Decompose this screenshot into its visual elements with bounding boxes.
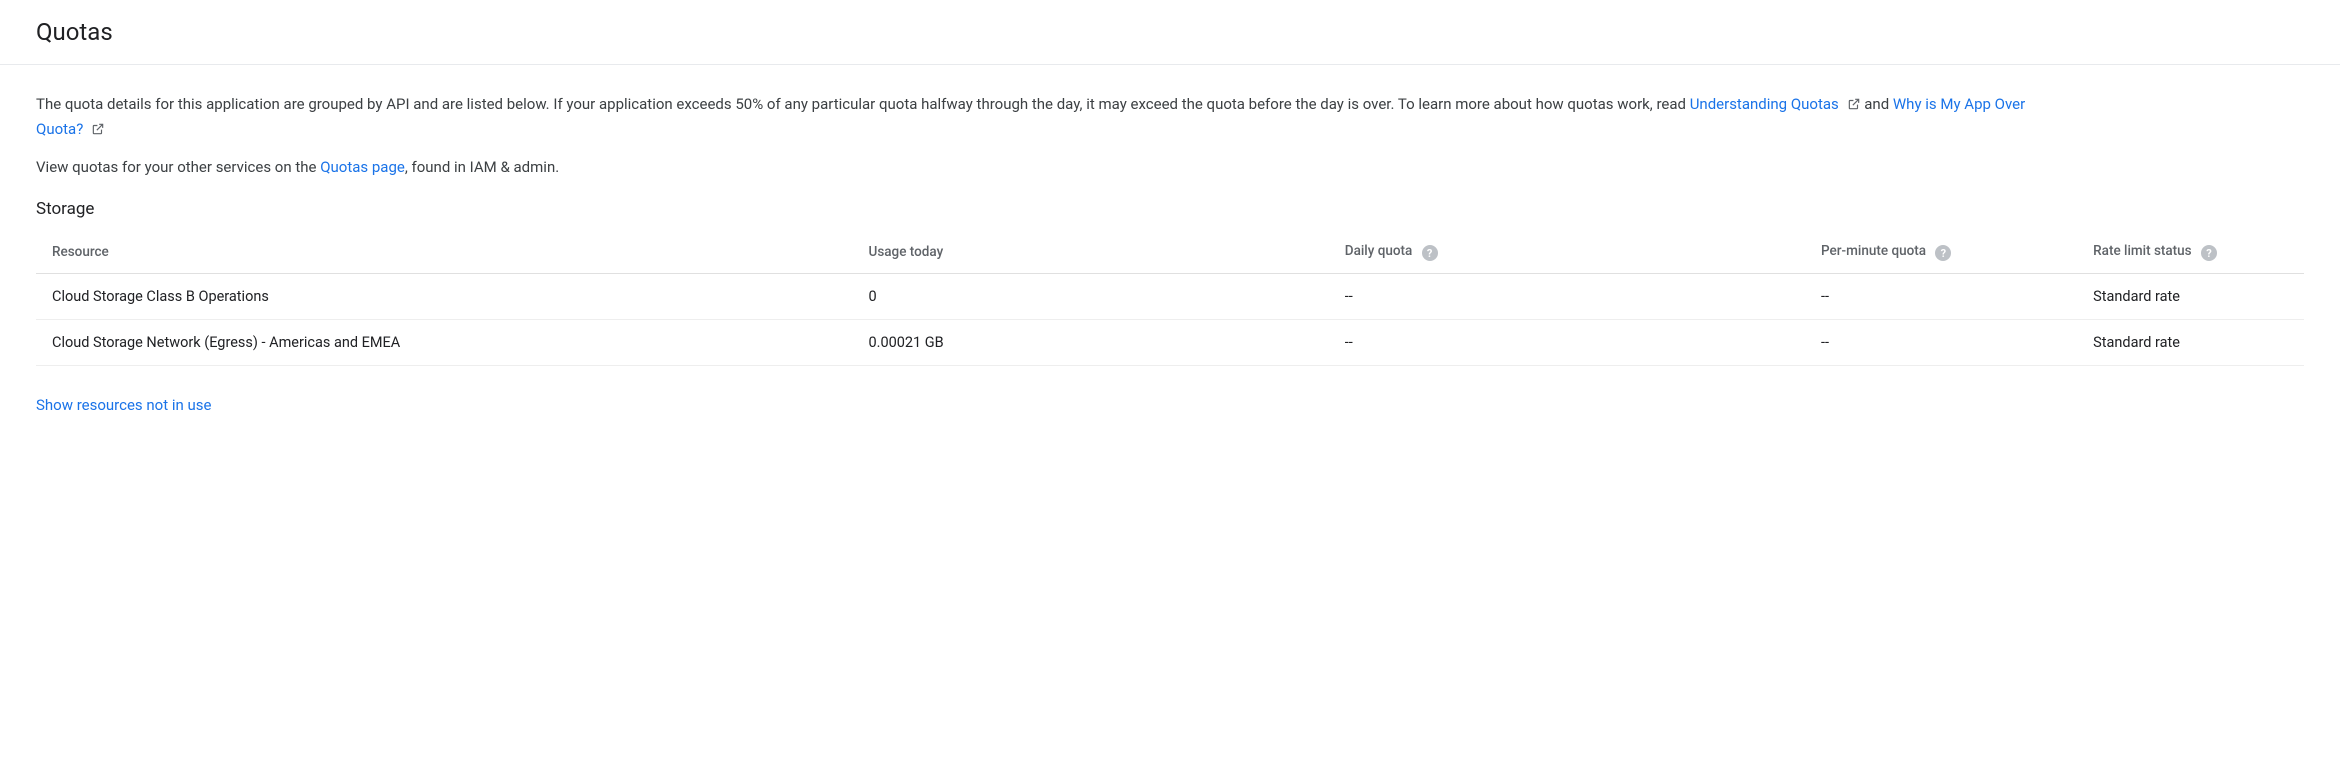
help-icon[interactable]: ? (1422, 245, 1438, 261)
intro-text-2: and (1864, 95, 1893, 113)
section-title-storage: Storage (36, 199, 2304, 219)
quotas-page-link[interactable]: Quotas page (320, 158, 405, 176)
col-header-resource: Resource (36, 231, 852, 274)
help-icon[interactable]: ? (1935, 245, 1951, 261)
table-row: Cloud Storage Class B Operations 0 -- --… (36, 274, 2304, 320)
col-header-rate-limit-status: Rate limit status ? (2077, 231, 2304, 274)
cell-resource: Cloud Storage Network (Egress) - America… (36, 320, 852, 366)
col-header-daily-quota: Daily quota ? (1329, 231, 1805, 274)
external-link-icon (91, 120, 105, 143)
show-resources-not-in-use-link[interactable]: Show resources not in use (36, 396, 211, 414)
quotas-page-link-label: Quotas page (320, 158, 405, 176)
cell-daily-quota: -- (1329, 274, 1805, 320)
cell-usage-today: 0 (852, 274, 1328, 320)
view-quotas-text-1: View quotas for your other services on t… (36, 158, 320, 176)
cell-usage-today: 0.00021 GB (852, 320, 1328, 366)
help-icon[interactable]: ? (2201, 245, 2217, 261)
table-header-row: Resource Usage today Daily quota ? Per-m… (36, 231, 2304, 274)
cell-rate-limit-status: Standard rate (2077, 274, 2304, 320)
page-title: Quotas (36, 18, 2304, 46)
view-quotas-text-2: , found in IAM & admin. (405, 158, 559, 176)
quota-table: Resource Usage today Daily quota ? Per-m… (36, 231, 2304, 367)
understanding-quotas-link[interactable]: Understanding Quotas (1690, 95, 1839, 113)
cell-resource: Cloud Storage Class B Operations (36, 274, 852, 320)
col-header-daily-quota-label: Daily quota (1345, 243, 1413, 259)
cell-per-minute-quota: -- (1805, 274, 2077, 320)
col-header-rate-limit-status-label: Rate limit status (2093, 243, 2191, 259)
intro-text-1: The quota details for this application a… (36, 95, 1690, 113)
cell-daily-quota: -- (1329, 320, 1805, 366)
external-link-icon (1847, 95, 1861, 118)
col-header-per-minute-quota-label: Per-minute quota (1821, 243, 1926, 259)
cell-rate-limit-status: Standard rate (2077, 320, 2304, 366)
table-row: Cloud Storage Network (Egress) - America… (36, 320, 2304, 366)
cell-per-minute-quota: -- (1805, 320, 2077, 366)
col-header-usage-today: Usage today (852, 231, 1328, 274)
col-header-per-minute-quota: Per-minute quota ? (1805, 231, 2077, 274)
view-quotas-line: View quotas for your other services on t… (36, 156, 2304, 179)
intro-paragraph: The quota details for this application a… (36, 93, 2036, 144)
understanding-quotas-link-label: Understanding Quotas (1690, 95, 1839, 113)
